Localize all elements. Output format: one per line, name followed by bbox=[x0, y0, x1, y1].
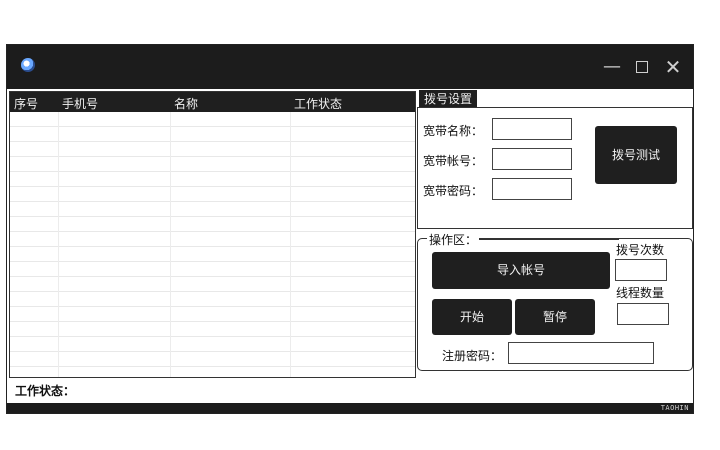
broadband-name-input[interactable] bbox=[492, 118, 572, 140]
minimize-icon: — bbox=[603, 56, 621, 77]
import-accounts-label: 导入帐号 bbox=[496, 263, 545, 277]
start-button[interactable]: 开始 bbox=[432, 299, 512, 335]
column-header-status[interactable]: 工作状态 bbox=[294, 95, 342, 112]
account-table[interactable]: 序号 手机号 名称 工作状态 bbox=[9, 91, 416, 378]
main-window: — ✕ 序号 手机号 名称 工作状态 工作状态： TAOHIN 拨号设置 宽带名… bbox=[6, 44, 694, 414]
broadband-account-label: 宽带帐号： bbox=[423, 154, 484, 168]
table-header: 序号 手机号 名称 工作状态 bbox=[10, 92, 415, 112]
broadband-password-input[interactable] bbox=[492, 178, 572, 200]
pause-label: 暂停 bbox=[542, 310, 567, 324]
close-icon: ✕ bbox=[664, 55, 682, 79]
maximize-icon bbox=[636, 61, 648, 73]
bottom-bar: TAOHIN bbox=[7, 403, 693, 413]
legend-divider bbox=[479, 239, 619, 240]
dial-count-label: 拨号次数 bbox=[616, 243, 665, 257]
dial-test-label: 拨号测试 bbox=[611, 148, 660, 162]
broadband-name-label: 宽带名称： bbox=[423, 124, 484, 138]
start-label: 开始 bbox=[459, 310, 484, 324]
column-divider bbox=[290, 112, 291, 377]
broadband-password-label: 宽带密码： bbox=[423, 184, 484, 198]
title-bar: — ✕ bbox=[7, 45, 693, 89]
register-password-label: 注册密码： bbox=[442, 349, 503, 363]
column-header-name[interactable]: 名称 bbox=[174, 95, 198, 112]
dial-settings-panel: 宽带名称： 宽带帐号： 宽带密码： 拨号测试 bbox=[417, 107, 693, 229]
column-header-phone[interactable]: 手机号 bbox=[62, 95, 98, 112]
close-button[interactable]: ✕ bbox=[660, 55, 686, 79]
dial-count-input[interactable] bbox=[615, 259, 667, 281]
thread-count-input[interactable] bbox=[617, 303, 669, 325]
import-accounts-button[interactable]: 导入帐号 bbox=[432, 252, 610, 289]
broadband-account-input[interactable] bbox=[492, 148, 572, 170]
column-divider bbox=[58, 112, 59, 377]
operation-group: 导入帐号 开始 暂停 拨号次数 线程数量 注册密码： bbox=[417, 238, 693, 371]
operation-legend: 操作区： bbox=[427, 231, 480, 248]
register-password-input[interactable] bbox=[508, 342, 654, 364]
minimize-button[interactable]: — bbox=[599, 55, 625, 79]
brand-text: TAOHIN bbox=[660, 404, 689, 412]
column-divider bbox=[170, 112, 171, 377]
table-body bbox=[10, 112, 415, 377]
thread-count-label: 线程数量 bbox=[616, 286, 665, 300]
column-header-index[interactable]: 序号 bbox=[14, 95, 38, 112]
pause-button[interactable]: 暂停 bbox=[515, 299, 595, 335]
work-status-label: 工作状态： bbox=[15, 384, 76, 398]
dial-test-button[interactable]: 拨号测试 bbox=[595, 126, 677, 184]
maximize-button[interactable] bbox=[629, 55, 655, 79]
globe-icon bbox=[21, 58, 35, 72]
